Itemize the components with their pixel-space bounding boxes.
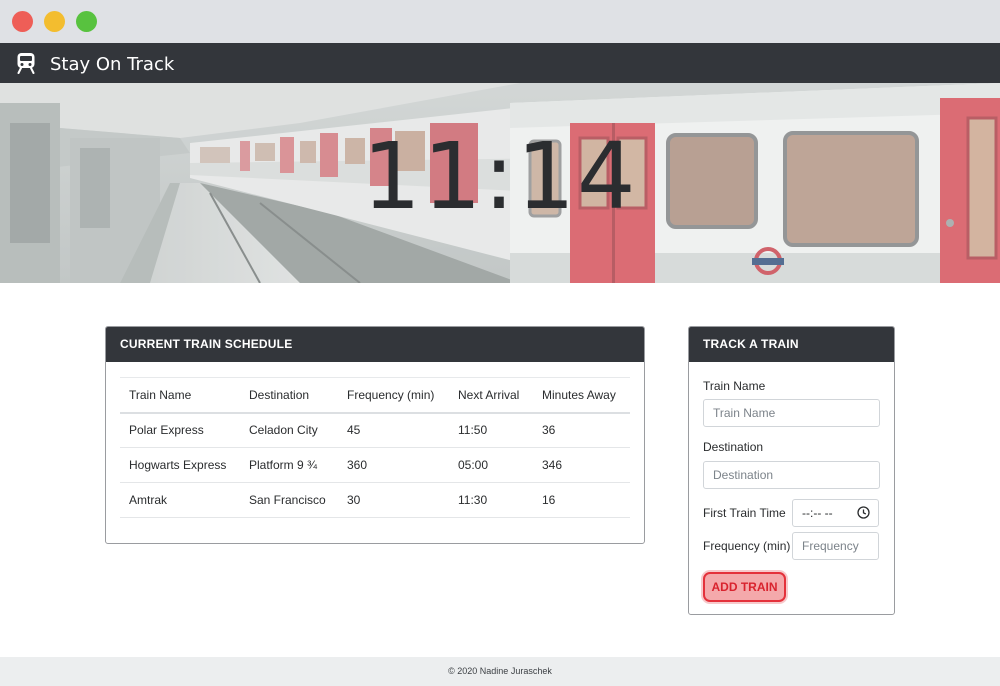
destination-placeholder: Destination (713, 468, 774, 482)
cell-minutes-away: 16 (533, 482, 630, 518)
close-window-button[interactable] (12, 11, 33, 32)
cell-train-name: Polar Express (120, 412, 240, 448)
table-row: Amtrak San Francisco 30 11:30 16 (120, 482, 630, 518)
cell-frequency: 45 (338, 412, 449, 448)
track-train-card: TRACK A TRAIN Train Name Train Name Dest… (688, 326, 895, 615)
schedule-card-title: CURRENT TRAIN SCHEDULE (106, 327, 644, 362)
footer: © 2020 Nadine Juraschek (0, 657, 1000, 686)
table-row: Polar Express Celadon City 45 11:50 36 (120, 412, 630, 448)
schedule-table: Train Name Destination Frequency (min) N… (120, 377, 630, 518)
schedule-card: CURRENT TRAIN SCHEDULE Train Name Destin… (105, 326, 645, 544)
column-header-next-arrival: Next Arrival (449, 377, 533, 414)
train-name-input[interactable]: Train Name (703, 399, 880, 427)
maximize-window-button[interactable] (76, 11, 97, 32)
table-row: Hogwarts Express Platform 9 ¾ 360 05:00 … (120, 447, 630, 483)
current-time-display: 11:14 (362, 123, 638, 230)
cell-frequency: 30 (338, 482, 449, 518)
table-header-row: Train Name Destination Frequency (min) N… (120, 377, 630, 414)
cell-frequency: 360 (338, 447, 449, 483)
train-name-label: Train Name (703, 379, 766, 393)
train-name-placeholder: Train Name (713, 406, 776, 420)
app-title[interactable]: Stay On Track (50, 54, 174, 75)
destination-input[interactable]: Destination (703, 461, 880, 489)
column-header-minutes-away: Minutes Away (533, 377, 630, 414)
cell-train-name: Hogwarts Express (120, 447, 240, 483)
frequency-label: Frequency (min) (703, 539, 791, 553)
cell-minutes-away: 346 (533, 447, 630, 483)
hero-banner: 11:14 (0, 83, 1000, 283)
minimize-window-button[interactable] (44, 11, 65, 32)
destination-label: Destination (703, 440, 764, 454)
column-header-train-name: Train Name (120, 377, 240, 414)
window-titlebar (0, 0, 1000, 43)
clock-icon[interactable] (857, 506, 870, 519)
first-train-time-label: First Train Time (703, 506, 786, 520)
cell-destination: Platform 9 ¾ (240, 447, 338, 483)
cell-next-arrival: 11:50 (449, 412, 533, 448)
column-header-destination: Destination (240, 377, 338, 414)
frequency-input[interactable]: Frequency (792, 532, 879, 560)
train-icon (16, 52, 36, 74)
cell-train-name: Amtrak (120, 482, 240, 518)
add-train-button[interactable]: ADD TRAIN (703, 572, 786, 602)
frequency-placeholder: Frequency (802, 539, 859, 553)
footer-copyright: © 2020 Nadine Juraschek (448, 666, 552, 676)
cell-next-arrival: 05:00 (449, 447, 533, 483)
first-train-time-value: --:-- -- (802, 506, 833, 520)
cell-minutes-away: 36 (533, 412, 630, 448)
cell-destination: San Francisco (240, 482, 338, 518)
first-train-time-input[interactable]: --:-- -- (792, 499, 879, 527)
cell-next-arrival: 11:30 (449, 482, 533, 518)
cell-destination: Celadon City (240, 412, 338, 448)
navbar: Stay On Track (0, 43, 1000, 83)
track-train-card-title: TRACK A TRAIN (689, 327, 894, 362)
column-header-frequency: Frequency (min) (338, 377, 449, 414)
